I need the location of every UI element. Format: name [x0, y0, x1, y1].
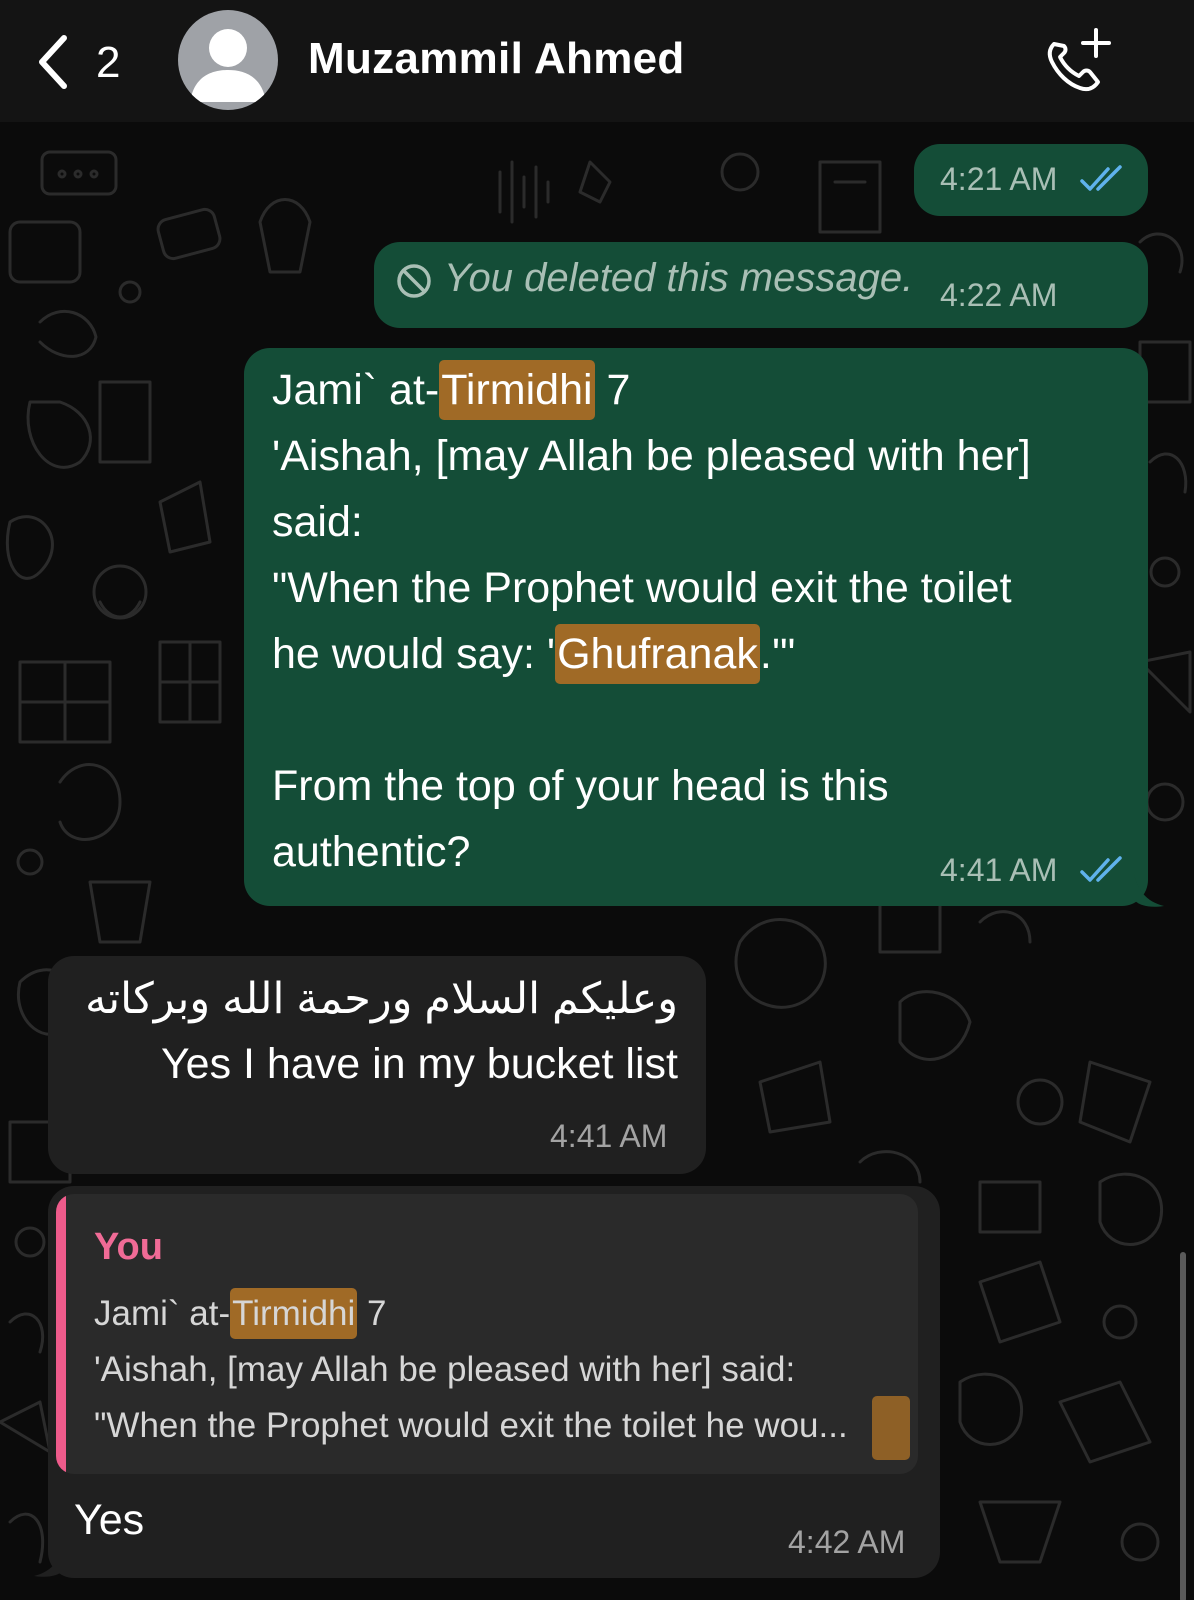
- message-time: 4:21 AM: [940, 161, 1058, 197]
- bubble-tail: [1134, 874, 1164, 907]
- quote-line: 'Aishah, [may Allah be pleased with her]…: [94, 1350, 796, 1389]
- add-call-button[interactable]: [1040, 26, 1112, 96]
- blocked-icon: [397, 264, 431, 298]
- quote-line: Jami` at-Tirmidhi 7: [94, 1288, 386, 1339]
- search-highlight: Tirmidhi: [230, 1288, 358, 1339]
- outgoing-message[interactable]: 4:21 AM: [914, 144, 1148, 216]
- default-avatar-icon: [190, 29, 266, 102]
- quote-author: You: [94, 1226, 163, 1268]
- unread-count[interactable]: 2: [96, 38, 120, 88]
- quote-line: "When the Prophet would exit the toilet …: [94, 1406, 848, 1445]
- double-check-read-icon: [1080, 856, 1122, 882]
- deleted-message-text: You deleted this message.: [444, 256, 914, 300]
- scrollbar[interactable]: [1180, 1252, 1186, 1600]
- message-time: 4:41 AM: [940, 852, 1058, 888]
- message-line: authentic?: [272, 828, 471, 876]
- incoming-message[interactable]: وعليكم السلام ورحمة الله وبركاته Yes I h…: [48, 956, 706, 1174]
- phone-plus-icon: [1047, 28, 1111, 92]
- message-line: said:: [272, 498, 363, 546]
- double-check-read-icon: [1080, 165, 1122, 191]
- message-line-arabic: وعليكم السلام ورحمة الله وبركاته: [85, 975, 678, 1023]
- message-text: Yes: [74, 1496, 145, 1544]
- incoming-reply-message[interactable]: You Jami` at-Tirmidhi 7 'Aishah, [may Al…: [48, 1186, 940, 1578]
- chat-header: 2 Muzammil Ahmed: [0, 0, 1194, 122]
- message-line: 'Aishah, [may Allah be pleased with her]: [272, 432, 1031, 480]
- message-time: 4:42 AM: [788, 1524, 906, 1560]
- avatar[interactable]: [178, 10, 278, 110]
- contact-name[interactable]: Muzammil Ahmed: [308, 34, 685, 84]
- quoted-message[interactable]: You Jami` at-Tirmidhi 7 'Aishah, [may Al…: [56, 1194, 918, 1474]
- chevron-left-icon: [39, 35, 67, 89]
- outgoing-message[interactable]: Jami` at-Tirmidhi 7 'Aishah, [may Allah …: [244, 348, 1148, 906]
- message-line: he would say: 'Ghufranak.'": [272, 624, 795, 684]
- search-highlight: Ghufranak: [555, 624, 760, 684]
- message-line: From the top of your head is this: [272, 762, 889, 810]
- chat-area[interactable]: 4:21 AM You deleted this message. 4:22 A…: [0, 122, 1194, 1600]
- message-line: Jami` at-Tirmidhi 7: [272, 360, 630, 420]
- bubble-tail: [34, 1544, 64, 1577]
- message-line: Yes I have in my bucket list: [160, 1040, 678, 1088]
- message-time: 4:22 AM: [940, 277, 1058, 313]
- message-line: "When the Prophet would exit the toilet: [272, 564, 1012, 612]
- message-time: 4:41 AM: [550, 1118, 668, 1154]
- search-highlight: Tirmidhi: [439, 360, 595, 420]
- deleted-message[interactable]: You deleted this message. 4:22 AM: [374, 242, 1148, 328]
- quote-accent-bar: [56, 1194, 66, 1474]
- back-button[interactable]: [34, 34, 74, 90]
- search-highlight: [872, 1396, 910, 1460]
